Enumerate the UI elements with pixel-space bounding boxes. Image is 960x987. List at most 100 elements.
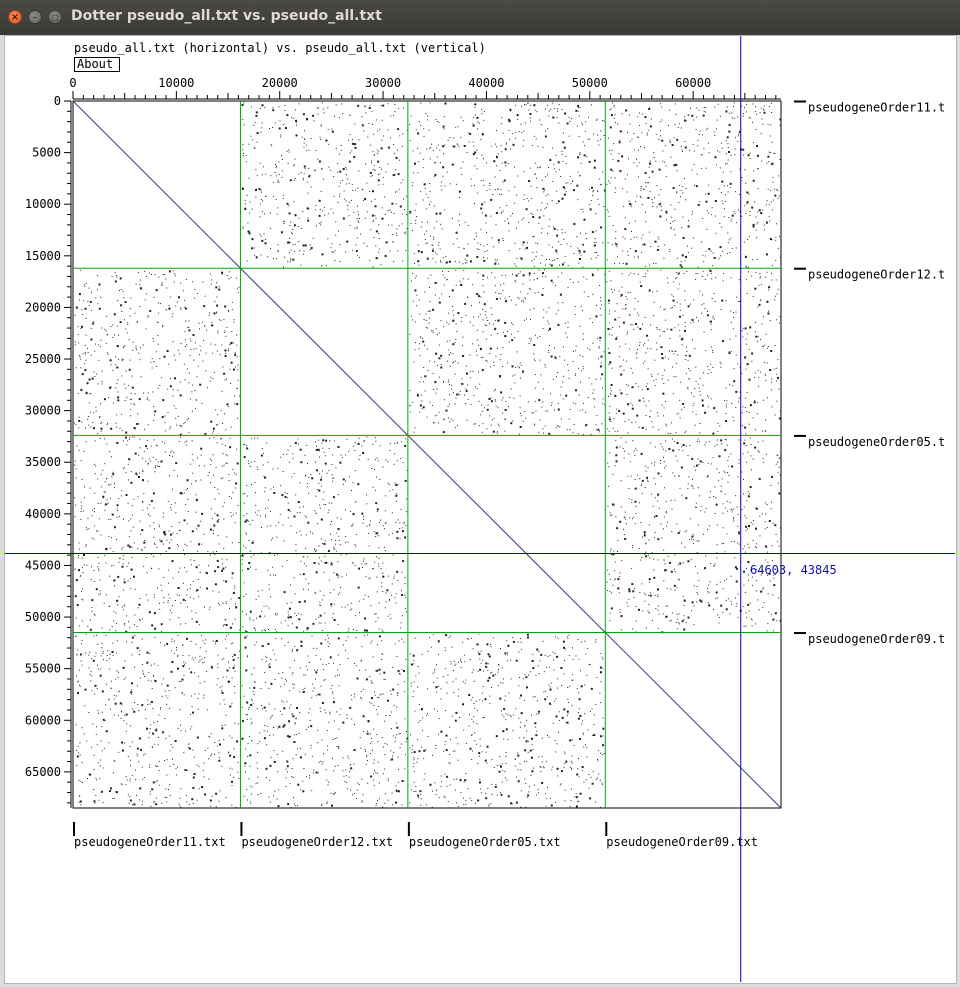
match-dot: [670, 570, 673, 573]
match-dot: [752, 417, 754, 419]
match-dot: [377, 617, 379, 619]
match-dot: [395, 156, 398, 159]
match-dot: [185, 600, 186, 601]
match-dot: [771, 239, 773, 241]
match-dot: [274, 613, 276, 615]
match-dot: [288, 461, 290, 463]
match-dot: [127, 580, 129, 582]
match-dot: [552, 116, 555, 119]
match-dot: [421, 400, 423, 402]
match-dot: [90, 309, 92, 311]
match-dot: [165, 309, 167, 311]
match-dot: [511, 322, 513, 324]
match-dot: [121, 495, 122, 497]
match-dot: [687, 225, 690, 228]
match-dot: [722, 588, 724, 590]
match-dot: [443, 284, 445, 286]
match-dot: [238, 286, 240, 288]
match-dot: [126, 444, 128, 446]
match-dot: [679, 579, 680, 581]
match-dot: [153, 439, 155, 441]
match-dot: [778, 175, 780, 177]
match-dot: [270, 488, 272, 490]
match-dot: [363, 518, 365, 520]
match-dot: [582, 245, 584, 247]
match-dot: [693, 396, 695, 397]
match-dot: [665, 175, 667, 177]
match-dot: [375, 502, 378, 505]
match-dot: [219, 354, 221, 356]
match-dot: [287, 517, 289, 519]
match-dot: [687, 455, 689, 457]
match-dot: [481, 154, 483, 156]
match-dot: [160, 303, 161, 305]
match-dot: [100, 296, 102, 298]
match-dot: [83, 564, 85, 566]
match-dot: [736, 542, 738, 544]
match-dot: [497, 333, 499, 335]
match-dot: [424, 375, 427, 378]
match-dot: [107, 352, 109, 354]
match-dot: [268, 588, 270, 590]
match-dot: [419, 381, 421, 383]
match-dot: [334, 116, 335, 118]
match-dot: [443, 326, 445, 328]
match-dot: [312, 237, 314, 239]
match-dot: [764, 373, 766, 375]
match-dot: [236, 462, 239, 465]
match-dot: [205, 370, 207, 372]
match-dot: [727, 143, 729, 145]
match-dot: [373, 165, 375, 167]
match-dot: [256, 617, 257, 619]
match-dot: [80, 358, 82, 360]
match-dot: [613, 143, 615, 145]
match-dot: [322, 439, 325, 442]
match-dot: [770, 484, 772, 486]
match-dot: [475, 232, 477, 234]
match-dot: [113, 526, 116, 529]
match-dot: [600, 139, 601, 140]
match-dot: [191, 530, 194, 533]
match-dot: [595, 315, 598, 318]
match-dot: [615, 439, 617, 441]
match-dot: [547, 128, 549, 130]
dotplot[interactable]: 0 10000 20000 30000 40000 50000 60000050001000…: [0, 0, 960, 987]
match-dot: [560, 394, 562, 396]
match-dot: [294, 178, 296, 180]
match-dot: [460, 116, 462, 118]
match-dot: [540, 166, 541, 168]
match-dot: [609, 512, 611, 514]
match-dot: [272, 196, 274, 197]
match-dot: [329, 592, 331, 594]
match-dot: [331, 474, 333, 476]
match-dot: [705, 250, 707, 252]
match-dot: [342, 113, 344, 114]
match-dot: [443, 116, 445, 118]
match-dot: [678, 476, 680, 477]
match-dot: [745, 445, 747, 446]
match-dot: [766, 204, 767, 206]
match-dot: [235, 366, 236, 368]
match-dot: [180, 436, 181, 438]
match-dot: [483, 257, 484, 259]
match-dot: [210, 376, 212, 378]
match-dot: [707, 588, 709, 589]
match-dot: [520, 415, 522, 417]
match-dot: [244, 203, 246, 205]
match-dot: [525, 417, 526, 419]
match-dot: [351, 490, 352, 491]
match-dot: [274, 122, 276, 124]
match-dot: [779, 474, 781, 476]
match-dot: [747, 603, 750, 606]
match-dot: [287, 162, 289, 164]
match-dot: [281, 176, 283, 178]
match-dot: [295, 494, 297, 496]
match-dot: [354, 227, 356, 229]
match-dot: [757, 154, 759, 157]
match-dot: [763, 461, 765, 463]
match-dot: [201, 543, 203, 545]
match-dot: [697, 145, 699, 147]
match-dot: [579, 175, 581, 177]
match-dot: [129, 315, 131, 317]
match-dot: [468, 141, 470, 143]
